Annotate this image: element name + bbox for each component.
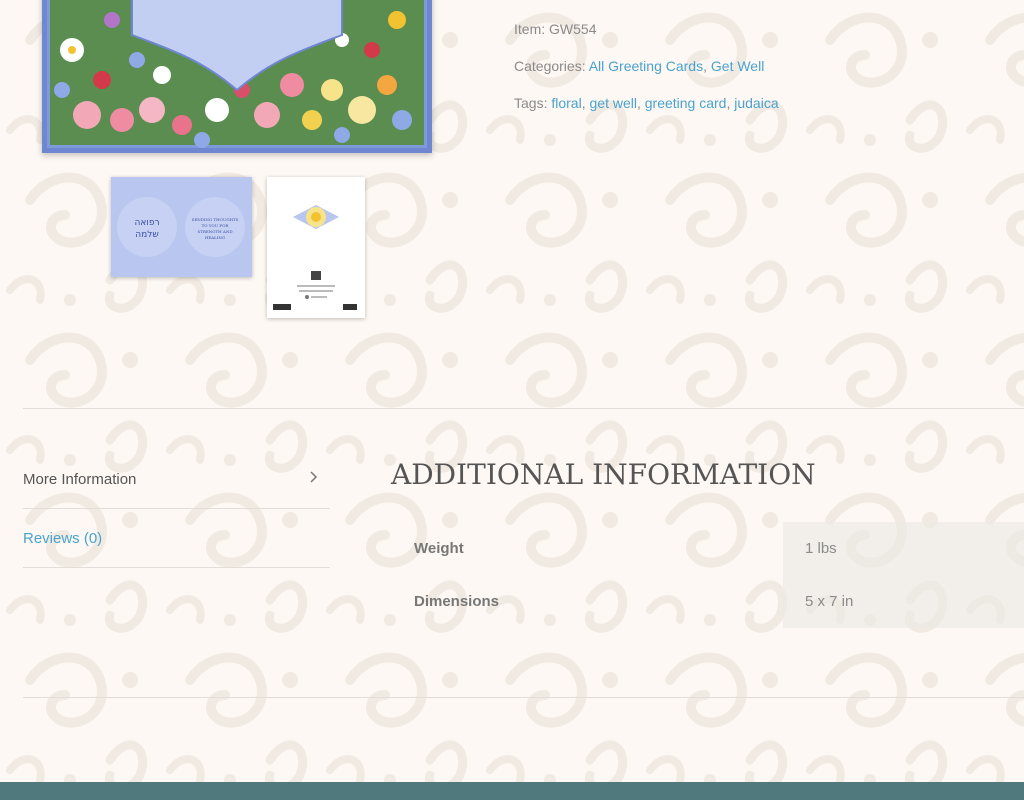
attribute-label-weight: Weight [414, 540, 464, 557]
category-link-get-well[interactable]: Get Well [711, 58, 764, 74]
tag-link-get-well[interactable]: get well [590, 95, 637, 111]
product-tags: Tags: floral, get well, greeting card, j… [514, 95, 779, 111]
product-categories: Categories: All Greeting Cards, Get Well [514, 58, 765, 74]
attribute-value-weight: 1 lbs [805, 540, 837, 557]
tab-more-information-label: More Information [23, 470, 137, 488]
tab-reviews[interactable]: Reviews (0) [23, 509, 330, 568]
svg-text:TO YOU FOR: TO YOU FOR [202, 223, 230, 228]
attribute-value-dimensions: 5 x 7 in [805, 593, 854, 610]
tab-reviews-label: Reviews (0) [23, 529, 103, 547]
categories-label: Categories: [514, 58, 586, 74]
item-label: Item: [514, 21, 546, 37]
additional-information-title: ADDITIONAL INFORMATION [391, 458, 816, 491]
attribute-label-dimensions: Dimensions [414, 593, 500, 610]
item-value: GW554 [549, 21, 597, 37]
tags-label: Tags: [514, 95, 548, 111]
tag-link-greeting-card[interactable]: greeting card [645, 95, 727, 111]
chevron-right-icon [310, 471, 318, 483]
svg-text:SENDING THOUGHTS: SENDING THOUGHTS [192, 217, 239, 222]
section-divider-top [23, 408, 1024, 409]
category-link-all-greeting-cards[interactable]: All Greeting Cards [589, 58, 703, 74]
tag-link-floral[interactable]: floral [551, 95, 581, 111]
svg-text:שלמה: שלמה [135, 230, 158, 240]
tab-more-information[interactable]: More Information [23, 450, 330, 509]
product-thumbnail-inside[interactable]: רפואה שלמה SENDING THOUGHTS TO YOU FOR S… [111, 177, 252, 277]
product-main-image[interactable] [42, 0, 432, 153]
svg-text:HEALING: HEALING [205, 235, 225, 240]
product-thumbnail-back[interactable] [267, 177, 365, 318]
svg-text:רפואה: רפואה [134, 218, 159, 228]
footer-bar [0, 782, 1024, 800]
product-item-number: Item: GW554 [514, 21, 596, 37]
section-divider-bottom [23, 697, 1024, 698]
tag-link-judaica[interactable]: judaica [734, 95, 778, 111]
svg-text:STRENGTH AND: STRENGTH AND [197, 229, 232, 234]
